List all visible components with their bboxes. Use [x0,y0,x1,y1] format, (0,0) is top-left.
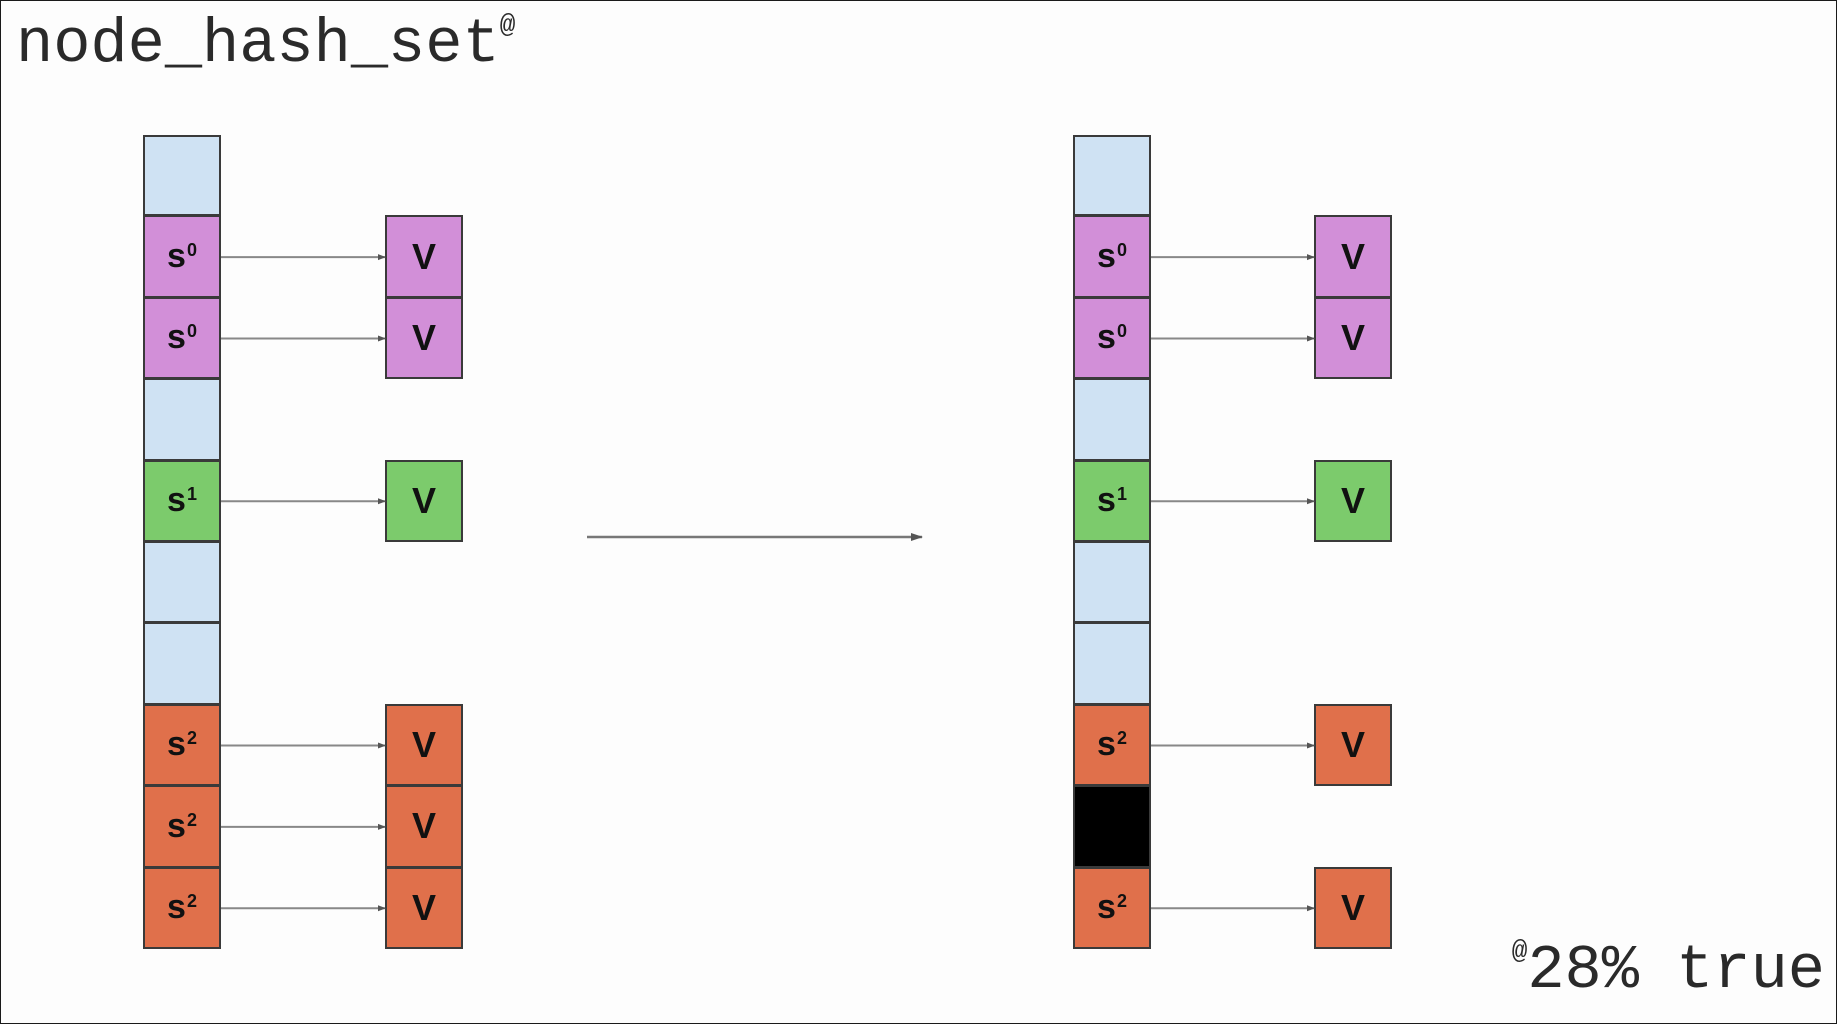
footer-note: @28% true [1512,938,1825,1002]
footer-footnote-marker: @ [1511,936,1528,966]
arrows-layer [221,254,1315,912]
footer-text: 28% true [1527,935,1825,1006]
